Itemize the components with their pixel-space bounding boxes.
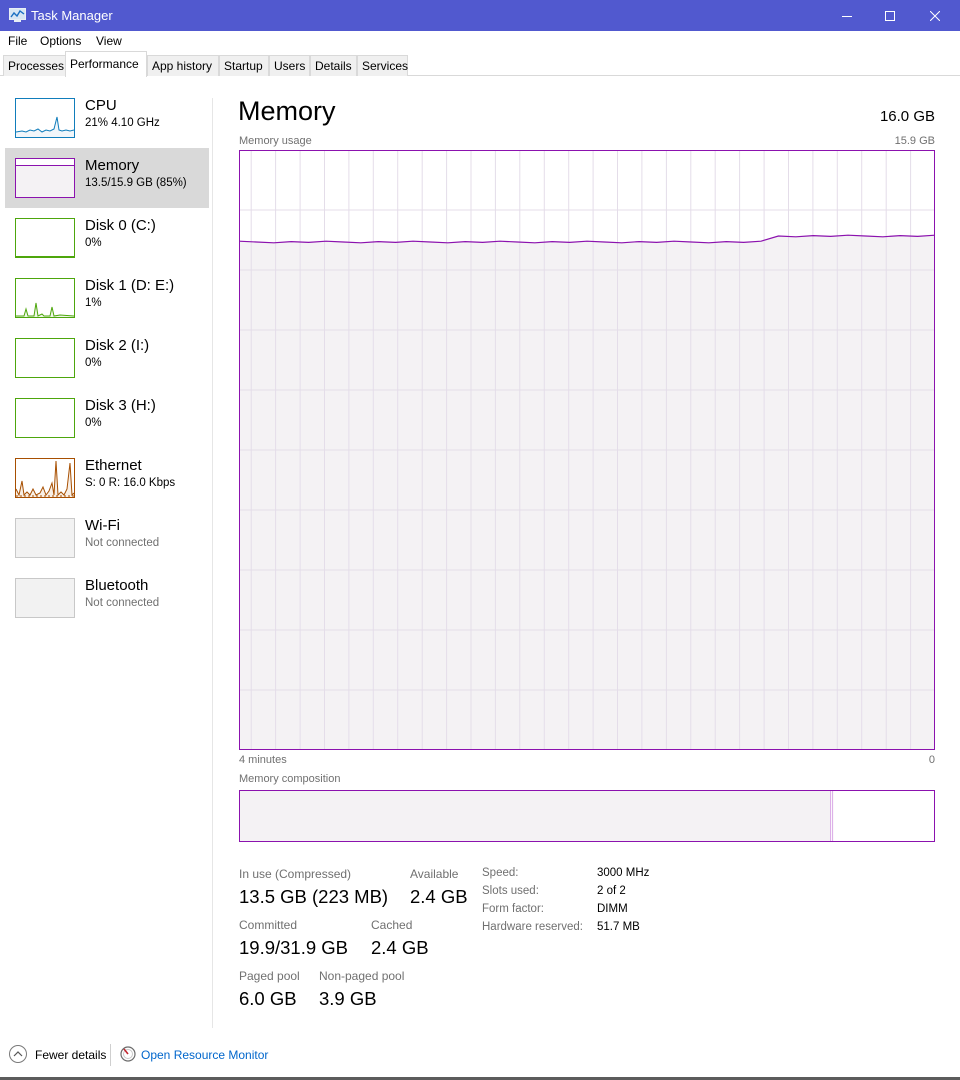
sidebar-item-value: Not connected: [85, 597, 160, 609]
disk-graph-icon: [15, 338, 75, 378]
sidebar-item-ethernet[interactable]: Ethernet S: 0 R: 16.0 Kbps: [5, 448, 209, 508]
cached-value: 2.4 GB: [371, 937, 429, 958]
time-axis-end: 0: [928, 754, 935, 766]
available-label: Available: [410, 867, 459, 881]
sidebar-item-value: 0%: [85, 417, 102, 429]
performance-sidebar: CPU 21% 4.10 GHz Memory 13.5/15.9 GB (85…: [0, 76, 212, 1028]
sidebar-item-label: Disk 3 (H:): [85, 397, 156, 414]
open-resource-monitor-link[interactable]: Open Resource Monitor: [141, 1048, 268, 1062]
memory-total: 16.0 GB: [879, 108, 935, 125]
sidebar-item-label: Memory: [85, 157, 140, 174]
slots-used-value: 2 of 2: [597, 885, 626, 897]
minimize-button[interactable]: [824, 0, 870, 31]
in-use-label: In use (Compressed): [239, 867, 352, 881]
sidebar-item-value: 21% 4.10 GHz: [85, 117, 160, 129]
wifi-graph-icon: [15, 518, 75, 558]
memory-usage-max: 15.9 GB: [894, 135, 935, 147]
hardware-reserved-label: Hardware reserved:: [482, 921, 583, 933]
memory-usage-graph: [239, 150, 935, 750]
committed-label: Committed: [239, 918, 298, 932]
sidebar-item-label: Disk 1 (D: E:): [85, 277, 175, 294]
ethernet-graph-icon: [15, 458, 75, 498]
sidebar-item-bluetooth[interactable]: Bluetooth Not connected: [5, 568, 209, 628]
slots-used-label: Slots used:: [482, 885, 539, 897]
memory-composition-label: Memory composition: [239, 773, 341, 785]
sidebar-item-label: CPU: [85, 97, 117, 114]
sidebar-item-value: 0%: [85, 237, 102, 249]
memory-graph-icon: [15, 158, 75, 198]
memory-composition-bar: [239, 790, 935, 842]
memory-usage-label: Memory usage: [239, 135, 312, 147]
sidebar-item-value: S: 0 R: 16.0 Kbps: [85, 477, 176, 489]
tab-performance[interactable]: Performance: [65, 51, 147, 77]
bluetooth-graph-icon: [15, 578, 75, 618]
non-paged-pool-value: 3.9 GB: [319, 988, 377, 1009]
tab-strip: Processes Performance App history Startu…: [0, 51, 960, 77]
window-title: Task Manager: [31, 8, 113, 23]
tab-app-history[interactable]: App history: [147, 55, 219, 76]
disk-graph-icon: [15, 278, 75, 318]
footer-divider: [110, 1044, 111, 1066]
form-factor-value: DIMM: [597, 903, 628, 915]
speed-value: 3000 MHz: [597, 867, 650, 879]
cpu-graph-icon: [15, 98, 75, 138]
sidebar-item-label: Wi-Fi: [85, 517, 120, 534]
footer-bar: Fewer details Open Resource Monitor: [0, 1040, 960, 1070]
in-use-value: 13.5 GB (223 MB): [239, 886, 389, 907]
minimize-icon: [842, 15, 852, 17]
maximize-button[interactable]: [867, 0, 913, 31]
chevron-up-icon[interactable]: [9, 1045, 27, 1063]
non-paged-pool-label: Non-paged pool: [319, 969, 405, 983]
sidebar-item-disk-3[interactable]: Disk 3 (H:) 0%: [5, 388, 209, 448]
paged-pool-value: 6.0 GB: [239, 988, 297, 1009]
sidebar-item-disk-0[interactable]: Disk 0 (C:) 0%: [5, 208, 209, 268]
sidebar-item-value: 1%: [85, 297, 102, 309]
tab-processes[interactable]: Processes: [3, 55, 66, 76]
tab-users[interactable]: Users: [269, 55, 310, 76]
sidebar-item-value: 0%: [85, 357, 102, 369]
close-icon: [930, 10, 940, 21]
sidebar-item-disk-2[interactable]: Disk 2 (I:) 0%: [5, 328, 209, 388]
sidebar-item-value: Not connected: [85, 537, 160, 549]
tab-details[interactable]: Details: [310, 55, 357, 76]
sidebar-item-label: Disk 2 (I:): [85, 337, 150, 354]
sidebar-divider: [212, 98, 213, 1028]
disk-graph-icon: [15, 218, 75, 258]
sidebar-item-disk-1[interactable]: Disk 1 (D: E:) 1%: [5, 268, 209, 328]
page-title: Memory: [238, 96, 336, 126]
sidebar-item-value: 13.5/15.9 GB (85%): [85, 177, 187, 189]
menu-view[interactable]: View: [96, 34, 122, 48]
form-factor-label: Form factor:: [482, 903, 544, 915]
title-bar: Task Manager: [0, 0, 960, 31]
fewer-details-button[interactable]: Fewer details: [35, 1048, 106, 1062]
sidebar-item-memory[interactable]: Memory 13.5/15.9 GB (85%): [5, 148, 209, 208]
sidebar-item-label: Disk 0 (C:): [85, 217, 156, 234]
hardware-reserved-value: 51.7 MB: [597, 921, 640, 933]
available-value: 2.4 GB: [410, 886, 468, 907]
cached-label: Cached: [371, 918, 413, 932]
sidebar-item-cpu[interactable]: CPU 21% 4.10 GHz: [5, 88, 209, 148]
task-manager-icon: [9, 8, 26, 22]
time-axis-start: 4 minutes: [239, 754, 287, 766]
tab-startup[interactable]: Startup: [219, 55, 269, 76]
maximize-icon: [885, 10, 895, 21]
tab-services[interactable]: Services: [357, 55, 408, 76]
menu-file[interactable]: File: [8, 34, 27, 48]
composition-in-use: [239, 790, 831, 842]
paged-pool-label: Paged pool: [239, 969, 300, 983]
menu-options[interactable]: Options: [40, 34, 81, 48]
sidebar-item-label: Ethernet: [85, 457, 142, 474]
menu-bar: File Options View: [0, 31, 960, 51]
memory-usage-area: [239, 235, 935, 750]
sidebar-item-wifi[interactable]: Wi-Fi Not connected: [5, 508, 209, 568]
close-button[interactable]: [912, 0, 958, 31]
disk-graph-icon: [15, 398, 75, 438]
committed-value: 19.9/31.9 GB: [239, 937, 349, 958]
sidebar-item-label: Bluetooth: [85, 577, 149, 594]
speed-label: Speed:: [482, 867, 519, 879]
resource-monitor-icon: [120, 1046, 136, 1062]
